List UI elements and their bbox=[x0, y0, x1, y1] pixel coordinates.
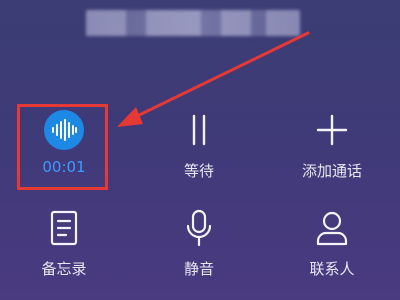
person-icon bbox=[312, 208, 352, 248]
contacts-label: 联系人 bbox=[309, 260, 355, 278]
record-timer-label: 00:01 bbox=[42, 158, 86, 176]
add-call-label: 添加通话 bbox=[301, 162, 362, 180]
hold-label: 等待 bbox=[183, 162, 214, 180]
document-icon bbox=[44, 208, 84, 248]
waveform-icon bbox=[44, 110, 84, 150]
mute-label: 静音 bbox=[183, 260, 214, 278]
contacts-button[interactable]: 联系人 bbox=[277, 208, 387, 298]
pause-icon bbox=[179, 110, 219, 150]
notes-button[interactable]: 备忘录 bbox=[9, 208, 119, 298]
blurred-caller-info bbox=[86, 10, 300, 36]
notes-label: 备忘录 bbox=[41, 260, 87, 278]
hold-button[interactable]: 等待 bbox=[144, 110, 254, 200]
mute-button[interactable]: 静音 bbox=[144, 208, 254, 298]
plus-icon bbox=[312, 110, 352, 150]
microphone-icon bbox=[179, 208, 219, 248]
add-call-button[interactable]: 添加通话 bbox=[277, 110, 387, 200]
record-button[interactable]: 00:01 bbox=[9, 110, 119, 200]
